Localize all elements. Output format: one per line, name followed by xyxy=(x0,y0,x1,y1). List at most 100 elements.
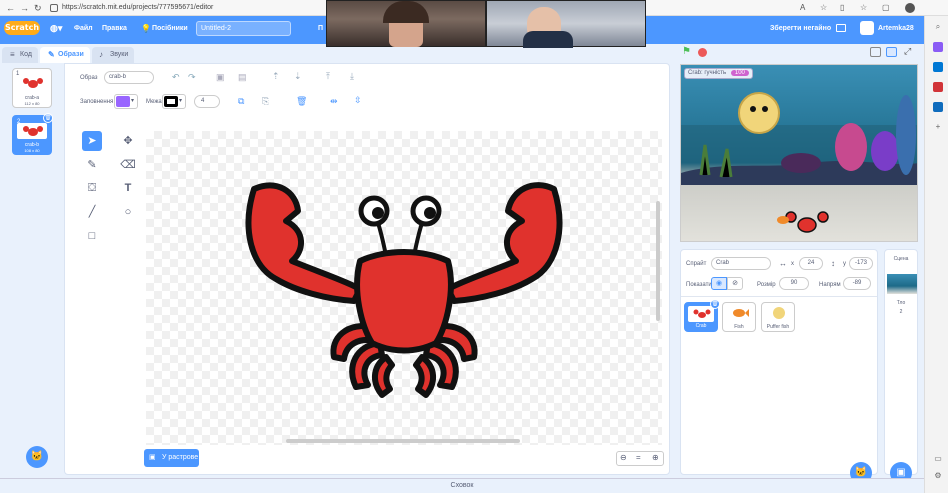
menu-edit[interactable]: Правка xyxy=(102,25,127,32)
y-arrow-icon: ↕ xyxy=(831,259,835,268)
forward-icon[interactable]: → xyxy=(20,2,29,14)
my-stuff-folder-icon[interactable] xyxy=(836,24,846,32)
undo-icon[interactable]: ↶ xyxy=(172,72,180,83)
back-icon[interactable]: ⤓ xyxy=(350,71,354,82)
zoom-reset-icon[interactable]: = xyxy=(636,453,641,462)
fill-swatch xyxy=(116,96,130,107)
normal-stage-icon[interactable] xyxy=(886,47,897,57)
costume-name-input[interactable]: crab-b xyxy=(104,71,154,84)
drawing-canvas[interactable] xyxy=(146,131,662,445)
zoom-out-icon[interactable]: ⊖ xyxy=(620,453,627,462)
back-icon[interactable]: ← xyxy=(6,2,15,14)
choose-costume-button[interactable]: 🐱 xyxy=(26,446,48,468)
zoom-controls: ⊖ = ⊕ xyxy=(616,451,664,466)
small-stage-icon[interactable] xyxy=(870,47,881,57)
stop-icon[interactable] xyxy=(698,48,707,57)
site-info-icon[interactable] xyxy=(50,4,58,12)
size-input[interactable]: 90 xyxy=(779,277,809,290)
favorites-icon[interactable]: ☆ xyxy=(860,2,867,14)
brush-icon: ✎ xyxy=(48,50,55,59)
tab-code[interactable]: ≡ Код xyxy=(2,47,38,63)
copy-icon[interactable]: ⧉ xyxy=(238,96,244,107)
delete-sprite-icon[interactable]: 🗑 xyxy=(710,299,720,309)
chevron-down-icon: ▾ xyxy=(179,98,183,104)
hide-eye-icon[interactable]: ⊘ xyxy=(727,277,743,290)
eraser-tool-icon[interactable]: ⌫ xyxy=(118,155,138,175)
line-tool-icon[interactable]: ╱ xyxy=(82,202,102,222)
horizontal-scrollbar[interactable] xyxy=(286,439,520,443)
delete-icon[interactable]: 🗑 xyxy=(296,96,307,107)
search-icon[interactable]: ⌕ xyxy=(933,22,943,32)
fish-thumbnail xyxy=(733,309,749,317)
settings-gear-icon[interactable]: ⚙ xyxy=(933,471,943,481)
backdrop-thumbnail xyxy=(887,274,917,294)
ungroup-icon[interactable]: ▤ xyxy=(238,72,247,83)
outline-width-input[interactable]: 4 xyxy=(194,95,220,108)
reload-icon[interactable]: ↻ xyxy=(34,2,42,14)
globe-icon[interactable]: ◍▾ xyxy=(50,23,62,34)
extensions-icon[interactable]: ▢ xyxy=(882,2,890,14)
stage[interactable]: Crab: гучність 100 xyxy=(680,64,918,242)
select-tool-icon[interactable]: ➤ xyxy=(82,131,102,151)
rectangle-tool-icon[interactable]: □ xyxy=(82,226,102,246)
x-input[interactable]: 24 xyxy=(799,257,823,270)
backpack-bar[interactable]: Сховок xyxy=(0,478,924,493)
sprite-name-input[interactable]: Crab xyxy=(711,257,771,270)
sprite-tile-fish[interactable]: Fish xyxy=(722,302,756,332)
forward-layer-icon[interactable]: ⇡ xyxy=(272,71,280,82)
brush-tool-icon[interactable]: ✎ xyxy=(82,155,102,175)
menu-file[interactable]: Файл xyxy=(74,25,93,32)
flip-vertical-icon[interactable]: ⇳ xyxy=(354,95,362,106)
reshape-tool-icon[interactable]: ✥ xyxy=(118,131,138,151)
zoom-in-icon[interactable]: ⊕ xyxy=(652,453,659,462)
circle-tool-icon[interactable]: ○ xyxy=(118,202,138,222)
save-now-link[interactable]: Зберегти негайно xyxy=(770,25,831,32)
user-avatar[interactable] xyxy=(860,21,874,35)
green-flag-icon[interactable]: ⚑ xyxy=(682,46,691,57)
variable-monitor: Crab: гучність 100 xyxy=(684,68,753,79)
menu-tutorials[interactable]: Посібники xyxy=(152,25,188,32)
backward-layer-icon[interactable]: ⇣ xyxy=(294,71,302,82)
show-visible-eye-icon[interactable]: ◉ xyxy=(711,277,727,290)
fullscreen-icon[interactable]: ⤢ xyxy=(904,46,911,57)
user-menu[interactable]: Artemka28 xyxy=(878,25,914,32)
fill-label: Заповнення xyxy=(80,99,114,105)
read-aloud-icon[interactable]: A xyxy=(800,2,805,14)
fill-color-picker[interactable]: ▾ xyxy=(114,94,138,109)
split-screen-icon[interactable]: ▯ xyxy=(840,2,844,14)
convert-to-bitmap-button[interactable]: ▣ У растрове xyxy=(144,449,199,467)
tab-sounds[interactable]: ♪ Звуки xyxy=(92,47,134,63)
costume-item[interactable]: 1 crab-a 112 x 80 xyxy=(12,68,52,108)
paste-icon[interactable]: ⎘ xyxy=(262,96,269,107)
direction-input[interactable]: -89 xyxy=(843,277,871,290)
sidebar-layout-icon[interactable]: ▭ xyxy=(933,454,943,464)
delete-costume-icon[interactable]: 🗑 xyxy=(43,113,53,123)
video-feed-left xyxy=(326,0,486,47)
copilot-icon[interactable] xyxy=(933,42,943,52)
tools-icon[interactable] xyxy=(933,62,943,72)
front-icon[interactable]: ⤒ xyxy=(326,71,330,82)
text-tool-icon[interactable]: T xyxy=(118,178,138,198)
sprite-tile-pufferfish[interactable]: Puffer fish xyxy=(761,302,795,332)
tab-costumes[interactable]: ✎ Образи xyxy=(40,47,90,63)
add-icon[interactable]: + xyxy=(933,122,943,132)
vertical-scrollbar[interactable] xyxy=(656,201,660,321)
profile-avatar[interactable] xyxy=(905,3,915,13)
scratch-logo[interactable]: Scratch xyxy=(4,21,40,35)
crab-costume[interactable] xyxy=(146,131,662,445)
crab-thumbnail xyxy=(693,309,711,318)
outline-color-picker[interactable]: ▾ xyxy=(162,94,186,109)
fill-tool-icon[interactable]: ⛋ xyxy=(82,178,102,198)
share-button[interactable]: П xyxy=(318,25,323,32)
y-input[interactable]: -173 xyxy=(849,257,873,270)
stage-selector[interactable]: Сцена Тло 2 xyxy=(884,249,918,475)
favorite-star-icon[interactable]: ☆ xyxy=(820,2,827,14)
flip-horizontal-icon[interactable]: ⇹ xyxy=(330,96,338,107)
project-title-input[interactable]: Untitled-2 xyxy=(196,21,291,36)
hair xyxy=(383,1,429,23)
office-icon[interactable] xyxy=(933,82,943,92)
redo-icon[interactable]: ↷ xyxy=(188,72,196,83)
tutorials-icon: 💡 xyxy=(141,24,151,33)
group-icon[interactable]: ▣ xyxy=(216,72,225,83)
outlook-icon[interactable] xyxy=(933,102,943,112)
